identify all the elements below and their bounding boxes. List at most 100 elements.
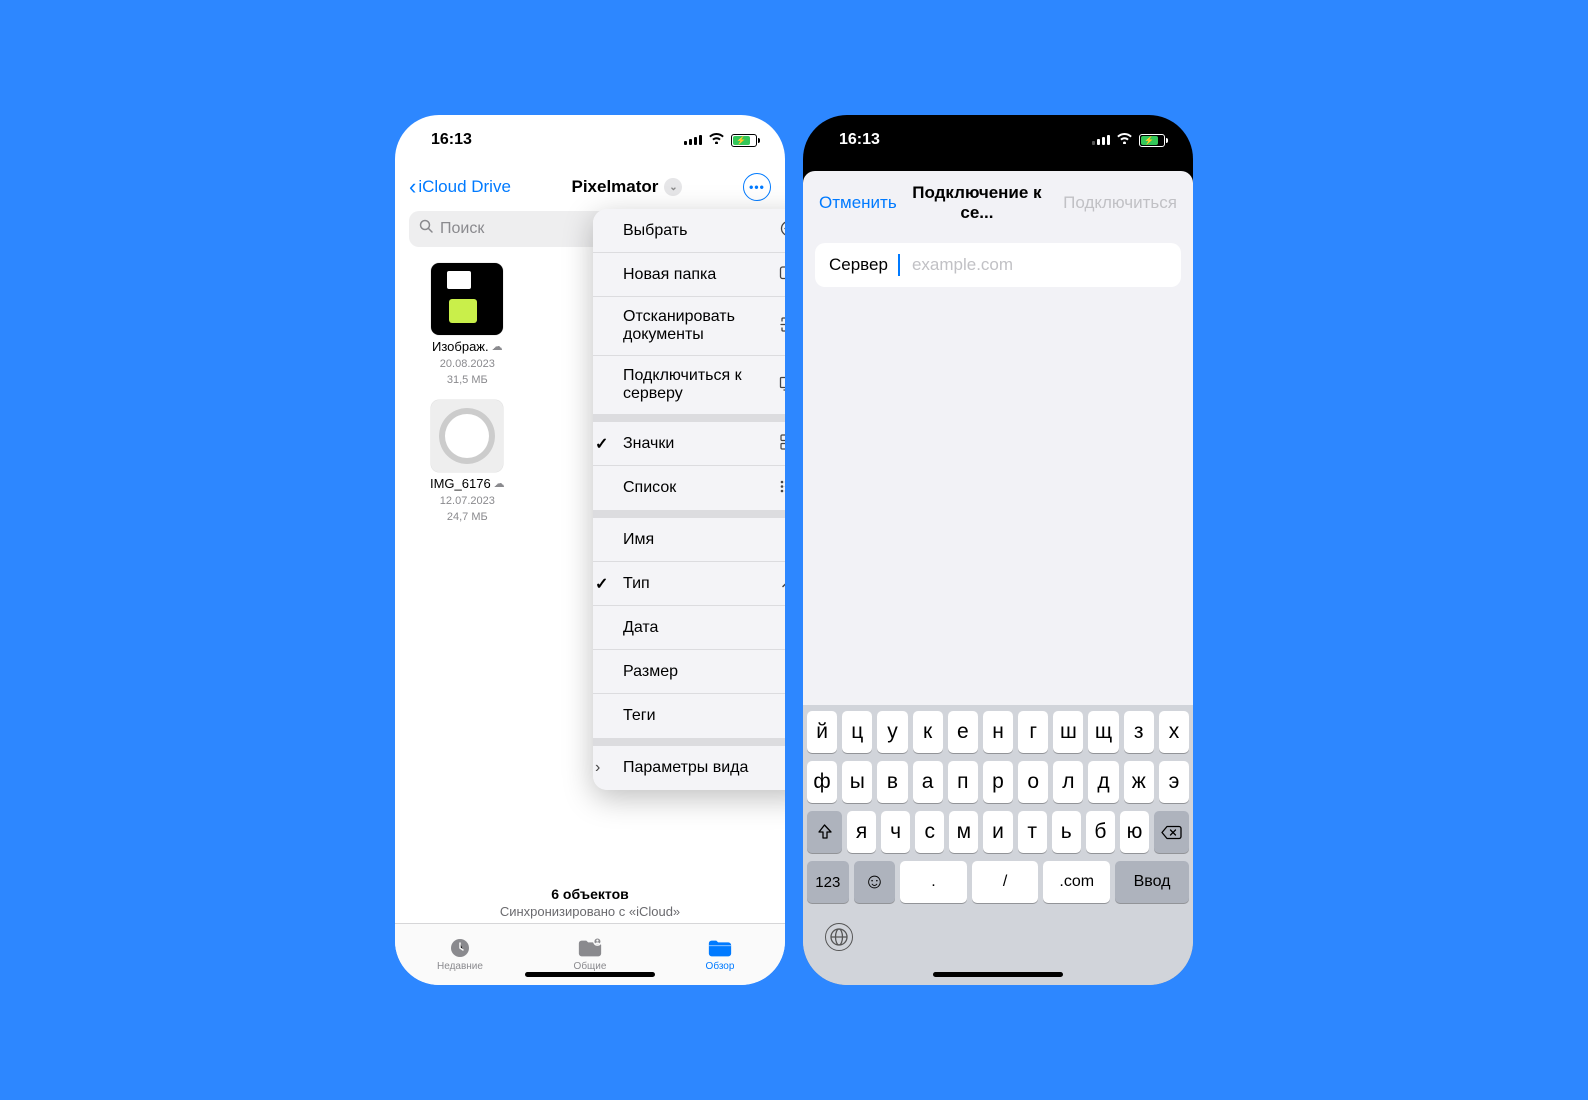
nav-bar: ‹ iCloud Drive Pixelmator ⌄ ••• xyxy=(395,165,785,209)
key[interactable]: ы xyxy=(842,761,872,803)
server-sheet: Отменить Подключение к се... Подключитьс… xyxy=(803,171,1193,985)
file-date: 20.08.2023 xyxy=(440,358,495,370)
file-size: 31,5 МБ xyxy=(447,374,488,386)
server-row: Сервер xyxy=(815,243,1181,287)
key[interactable]: о xyxy=(1018,761,1048,803)
status-bar: 16:13 ⚡ xyxy=(395,115,785,165)
folder-plus-icon xyxy=(779,265,785,284)
tab-recents[interactable]: Недавние xyxy=(395,924,525,985)
key[interactable]: и xyxy=(983,811,1012,853)
status-time: 16:13 xyxy=(839,131,880,149)
tab-label: Недавние xyxy=(437,961,483,972)
key-dotcom[interactable]: .com xyxy=(1043,861,1110,903)
menu-sort-date[interactable]: Дата xyxy=(593,606,785,650)
key[interactable]: с xyxy=(915,811,944,853)
server-input[interactable] xyxy=(912,255,1167,275)
key[interactable]: ш xyxy=(1053,711,1083,753)
file-item[interactable]: IMG_6176 ☁ 12.07.2023 24,7 МБ xyxy=(409,400,526,523)
key[interactable]: к xyxy=(913,711,943,753)
status-bar: 16:13 ⚡ xyxy=(803,115,1193,165)
home-indicator[interactable] xyxy=(525,972,655,977)
menu-label: Дата xyxy=(609,619,785,637)
menu-view-list[interactable]: Список xyxy=(593,466,785,510)
emoji-icon: ☺ xyxy=(864,870,885,894)
menu-view-params[interactable]: Параметры вида xyxy=(593,746,785,790)
file-item[interactable]: Изображ. ☁ 20.08.2023 31,5 МБ xyxy=(409,263,526,386)
status-time: 16:13 xyxy=(431,131,472,149)
key[interactable]: б xyxy=(1086,811,1115,853)
key[interactable]: я xyxy=(847,811,876,853)
key-emoji[interactable]: ☺ xyxy=(854,861,896,903)
keyboard-row-4: 123 ☺ . / .com Ввод xyxy=(807,861,1189,903)
back-button[interactable]: ‹ iCloud Drive xyxy=(409,174,511,200)
menu-new-folder[interactable]: Новая папка xyxy=(593,253,785,297)
key-dot[interactable]: . xyxy=(900,861,967,903)
key-shift[interactable] xyxy=(807,811,842,853)
file-name: Изображ. ☁ xyxy=(432,339,503,354)
key-backspace[interactable] xyxy=(1154,811,1189,853)
cancel-button[interactable]: Отменить xyxy=(819,193,897,213)
menu-sort-tags[interactable]: Теги xyxy=(593,694,785,738)
key[interactable]: н xyxy=(983,711,1013,753)
key-globe[interactable] xyxy=(825,923,853,951)
key[interactable]: й xyxy=(807,711,837,753)
phone-connect-server: 16:13 ⚡ Отменить Подключение к се... Под… xyxy=(803,115,1193,985)
key[interactable]: м xyxy=(949,811,978,853)
shift-icon xyxy=(816,824,833,840)
menu-view-icons[interactable]: Значки xyxy=(593,422,785,466)
key[interactable]: т xyxy=(1018,811,1047,853)
key[interactable]: у xyxy=(877,711,907,753)
list-icon xyxy=(779,480,785,497)
tab-browse[interactable]: Обзор xyxy=(655,924,785,985)
menu-select[interactable]: Выбрать xyxy=(593,209,785,253)
key[interactable]: щ xyxy=(1088,711,1118,753)
home-indicator[interactable] xyxy=(933,972,1063,977)
menu-sort-type[interactable]: Тип xyxy=(593,562,785,606)
menu-connect-server[interactable]: Подключиться к серверу xyxy=(593,356,785,414)
keyboard-row-3: я ч с м и т ь б ю xyxy=(807,811,1189,853)
key-numbers[interactable]: 123 xyxy=(807,861,849,903)
key[interactable]: п xyxy=(948,761,978,803)
sync-status: Синхронизировано с «iCloud» xyxy=(395,904,785,919)
file-thumbnail xyxy=(431,263,503,335)
key[interactable]: е xyxy=(948,711,978,753)
key[interactable]: э xyxy=(1159,761,1189,803)
key[interactable]: з xyxy=(1124,711,1154,753)
key[interactable]: ж xyxy=(1124,761,1154,803)
key[interactable]: д xyxy=(1088,761,1118,803)
cloud-icon: ☁ xyxy=(492,340,503,353)
battery-icon: ⚡ xyxy=(731,134,757,147)
menu-sort-size[interactable]: Размер xyxy=(593,650,785,694)
keyboard-row-2: ф ы в а п р о л д ж э xyxy=(807,761,1189,803)
key[interactable]: ь xyxy=(1052,811,1081,853)
more-button[interactable]: ••• xyxy=(743,173,771,201)
text-cursor xyxy=(898,254,900,276)
key-enter[interactable]: Ввод xyxy=(1115,861,1189,903)
clock-icon xyxy=(447,937,473,959)
status-icons: ⚡ xyxy=(684,131,757,149)
cloud-icon: ☁ xyxy=(494,477,505,490)
file-date: 12.07.2023 xyxy=(440,495,495,507)
key[interactable]: х xyxy=(1159,711,1189,753)
folder-title[interactable]: Pixelmator ⌄ xyxy=(571,177,682,197)
phone-files-app: 16:13 ⚡ ‹ iCloud Drive Pixelmator ⌄ ••• xyxy=(395,115,785,985)
key[interactable]: ц xyxy=(842,711,872,753)
key[interactable]: ю xyxy=(1120,811,1149,853)
server-label: Сервер xyxy=(829,255,888,275)
menu-label: Выбрать xyxy=(609,222,779,240)
chevron-down-icon: ⌄ xyxy=(664,178,682,196)
connect-button[interactable]: Подключиться xyxy=(1063,193,1177,213)
key[interactable]: г xyxy=(1018,711,1048,753)
key[interactable]: р xyxy=(983,761,1013,803)
key[interactable]: в xyxy=(877,761,907,803)
key[interactable]: л xyxy=(1053,761,1083,803)
key[interactable]: а xyxy=(913,761,943,803)
key[interactable]: ч xyxy=(881,811,910,853)
menu-label: Отсканировать документы xyxy=(609,308,779,344)
menu-scan-documents[interactable]: Отсканировать документы xyxy=(593,297,785,356)
cellular-icon xyxy=(684,135,702,145)
key[interactable]: ф xyxy=(807,761,837,803)
backspace-icon xyxy=(1161,825,1182,840)
key-slash[interactable]: / xyxy=(972,861,1039,903)
menu-sort-name[interactable]: Имя xyxy=(593,518,785,562)
